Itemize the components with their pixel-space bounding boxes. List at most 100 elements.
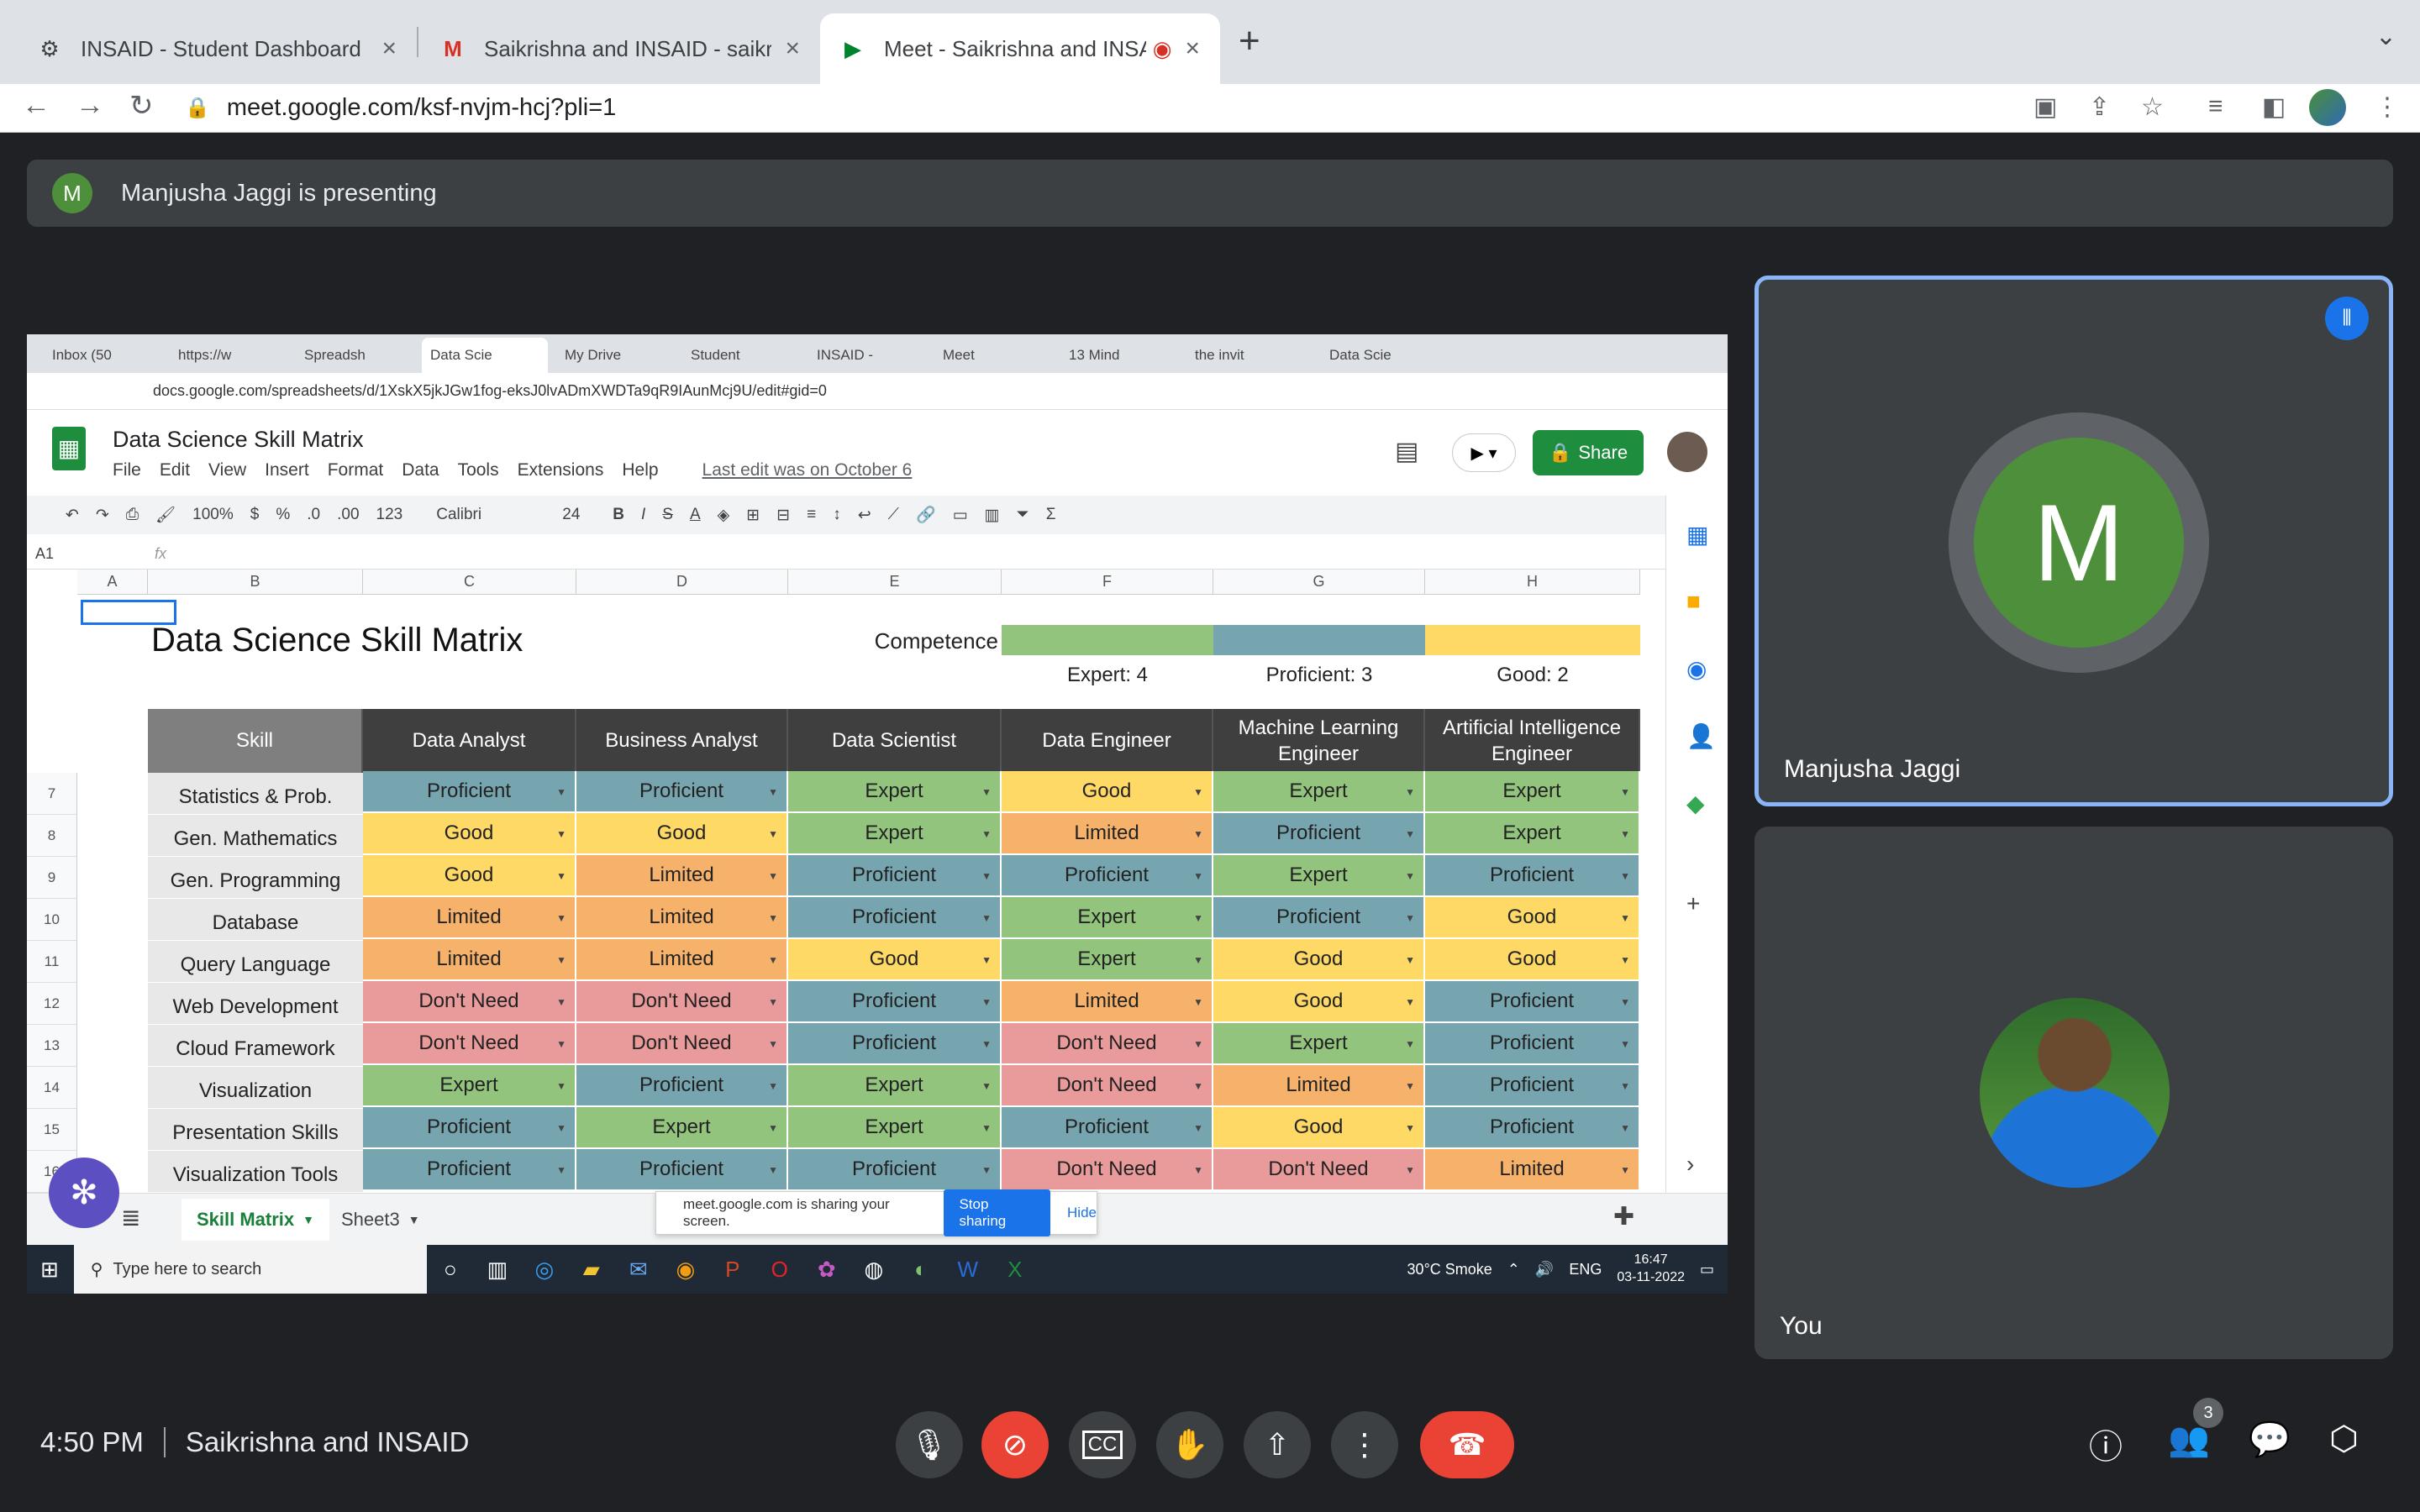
sheets-menu-bar: File Edit View Insert Format Data Tools … xyxy=(113,460,912,480)
microphone-button[interactable]: 🎙 xyxy=(896,1411,963,1478)
dropdown-arrow-icon: ▼ xyxy=(1193,1080,1203,1092)
present-icon: ⇧ xyxy=(1264,1427,1291,1462)
competence-cell: Good ▼ xyxy=(363,813,576,854)
camera-off-icon: ⊘ xyxy=(1002,1427,1028,1462)
close-icon[interactable]: × xyxy=(785,34,800,63)
chevron-down-icon[interactable]: ⌄ xyxy=(2375,22,2396,51)
dropdown-arrow-icon: ▼ xyxy=(981,870,992,882)
word-icon: W xyxy=(957,1256,979,1282)
competence-value: Proficient xyxy=(639,780,724,802)
competence-cell: Expert ▼ xyxy=(788,771,1002,812)
media-control-icon[interactable]: ≡ xyxy=(2208,92,2223,121)
profile-avatar[interactable] xyxy=(2309,89,2346,126)
dropdown-arrow-icon: ▼ xyxy=(1620,996,1630,1008)
mail-icon: ✉ xyxy=(629,1256,648,1282)
meet-icon: ▶ xyxy=(844,35,861,61)
reload-icon[interactable]: ↻ xyxy=(129,89,154,123)
dropdown-arrow-icon: ▼ xyxy=(981,912,992,924)
number-format-select: 123 xyxy=(376,506,403,523)
menu-help: Help xyxy=(622,460,659,480)
chrome-icon: ◍ xyxy=(864,1256,884,1282)
info-icon[interactable]: ⓘ xyxy=(2089,1420,2123,1468)
dropdown-arrow-icon: ▼ xyxy=(556,828,566,840)
browser-tab-student-dashboard[interactable]: ⚙ INSAID - Student Dashboard × xyxy=(17,13,417,84)
screen-share-notice: meet.google.com is sharing your screen. … xyxy=(655,1189,1097,1236)
sheet-tab-sheet3: Sheet3 ▼ xyxy=(326,1199,435,1241)
hand-icon: ✋ xyxy=(1171,1427,1209,1462)
column-header: D xyxy=(576,570,788,595)
taskbar-search: ⚲ Type here to search xyxy=(73,1245,427,1294)
more-vert-icon: ⋮ xyxy=(1349,1427,1380,1462)
competence-value: Proficient xyxy=(1064,864,1150,886)
participant-avatar: M xyxy=(1974,438,2184,648)
competence-cell: Proficient ▼ xyxy=(363,771,576,812)
competence-cell: Limited ▼ xyxy=(576,855,788,896)
camera-off-button[interactable]: ⊘ xyxy=(981,1411,1049,1478)
competence-label: Competence xyxy=(874,628,998,654)
share-page-icon[interactable]: ⇪ xyxy=(2089,92,2110,122)
dropdown-arrow-icon: ▼ xyxy=(768,1164,778,1176)
row-header: 7 xyxy=(27,773,77,815)
competence-value: Proficient xyxy=(851,1158,937,1180)
leave-call-button[interactable]: ☎ xyxy=(1420,1411,1514,1478)
competence-cell: Expert ▼ xyxy=(788,1065,1002,1106)
dropdown-arrow-icon: ▼ xyxy=(768,870,778,882)
system-tray: 30°C Smoke ⌃ 🔊 ENG 16:47 03-11-2022 ▭ xyxy=(1407,1245,1714,1294)
participant-tile-presenter[interactable]: ⦀ M Manjusha Jaggi xyxy=(1754,276,2393,806)
browser-menu-icon[interactable]: ⋮ xyxy=(2375,92,2400,122)
taskbar-search-text: Type here to search xyxy=(113,1259,262,1278)
competence-cell: Don't Need ▼ xyxy=(576,1023,788,1064)
competence-value: Expert xyxy=(865,780,923,802)
side-panel-icon[interactable]: ◧ xyxy=(2262,92,2286,122)
competence-cell: Proficient ▼ xyxy=(1425,855,1640,896)
competence-cell: Proficient ▼ xyxy=(1425,1107,1640,1148)
close-icon[interactable]: × xyxy=(381,34,397,63)
skill-cell: Gen. Mathematics xyxy=(148,815,363,857)
competence-value: Good xyxy=(1081,780,1132,802)
dropdown-arrow-icon: ▼ xyxy=(1620,954,1630,966)
stop-sharing-button: Stop sharing xyxy=(944,1189,1051,1236)
dropdown-arrow-icon: ▼ xyxy=(1620,1080,1630,1092)
activities-icon[interactable]: ⬡ xyxy=(2329,1420,2359,1458)
sheets-toolbar: ↶ ↷ ⎙ 🖌 100% $ % .0 .00 123 Calibri 24 B… xyxy=(27,496,1665,534)
dropdown-arrow-icon: ▼ xyxy=(556,1080,566,1092)
url-bar[interactable]: 🔒 meet.google.com/ksf-nvjm-hcj?pli=1 xyxy=(185,87,616,128)
browser-tabstrip: ⚙ INSAID - Student Dashboard × M Saikris… xyxy=(0,0,2420,84)
skill-cell: Visualization xyxy=(148,1067,363,1109)
browser-tab-meet[interactable]: ▶ Meet - Saikrishna and INSA ◉ × xyxy=(820,13,1220,84)
sheets-side-panel: ▦ ■ ◉ 👤 ◆ + › xyxy=(1665,496,1728,1193)
camera-icon[interactable]: ▣ xyxy=(2033,92,2057,122)
chat-icon[interactable]: 💬 xyxy=(2249,1420,2291,1459)
new-tab-icon[interactable]: + xyxy=(1239,20,1260,62)
volume-icon: 🔊 xyxy=(1534,1260,1555,1278)
taskbar-clock: 16:47 03-11-2022 xyxy=(1617,1252,1685,1287)
close-icon[interactable]: × xyxy=(1185,34,1200,63)
row-header: 11 xyxy=(27,941,77,983)
align-icon: ≡ xyxy=(807,506,817,523)
legend-label: Expert: 4 xyxy=(1066,664,1149,686)
back-icon[interactable]: ← xyxy=(22,89,50,122)
column-header: E xyxy=(788,570,1002,595)
participant-tile-self[interactable]: You xyxy=(1754,827,2393,1359)
role-header: Data Analyst xyxy=(363,709,576,773)
row-header: 15 xyxy=(27,1109,77,1151)
borders-icon: ⊞ xyxy=(746,506,760,524)
competence-cell: Don't Need ▼ xyxy=(1002,1065,1213,1106)
competence-value: Proficient xyxy=(426,1158,512,1180)
competence-cell: Good ▼ xyxy=(1213,981,1425,1022)
browser-tab-gmail[interactable]: M Saikrishna and INSAID - saikris × xyxy=(420,13,820,84)
forward-icon[interactable]: → xyxy=(76,89,104,122)
raise-hand-button[interactable]: ✋ xyxy=(1156,1411,1223,1478)
bookmark-star-icon[interactable]: ☆ xyxy=(2141,92,2164,122)
dropdown-arrow-icon: ▼ xyxy=(768,1122,778,1134)
increase-decimal-button: .00 xyxy=(337,506,360,523)
competence-value: Proficient xyxy=(1489,990,1575,1012)
cortana-icon: ○ xyxy=(443,1256,457,1282)
more-options-button[interactable]: ⋮ xyxy=(1331,1411,1398,1478)
captions-button[interactable]: CC xyxy=(1069,1411,1136,1478)
competence-cell: Proficient ▼ xyxy=(788,981,1002,1022)
present-button[interactable]: ⇧ xyxy=(1244,1411,1311,1478)
undo-icon: ↶ xyxy=(66,506,79,524)
doc-title: Data Science Skill Matrix xyxy=(113,427,364,452)
dropdown-arrow-icon: ▼ xyxy=(768,912,778,924)
